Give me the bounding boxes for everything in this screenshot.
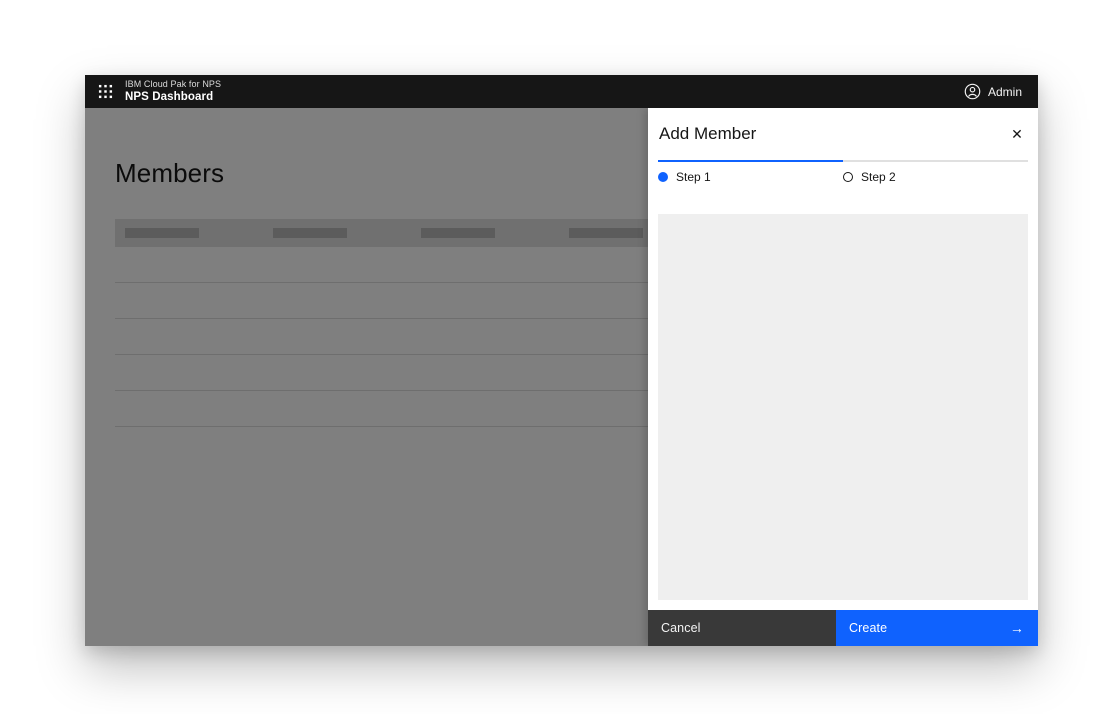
step-current-icon	[658, 172, 668, 182]
step-label: Step 2	[861, 170, 896, 184]
user-label: Admin	[988, 85, 1022, 99]
step-label: Step 1	[676, 170, 711, 184]
app-switcher-icon	[98, 84, 113, 99]
cancel-button-label: Cancel	[661, 621, 701, 635]
top-header-bar: IBM Cloud Pak for NPS NPS Dashboard Admi…	[85, 75, 1038, 108]
app-name[interactable]: NPS Dashboard	[125, 90, 221, 104]
form-placeholder	[658, 214, 1028, 600]
product-name: IBM Cloud Pak for NPS	[125, 79, 221, 90]
create-button-label: Create	[849, 621, 887, 635]
column-header-skeleton	[115, 228, 263, 238]
panel-title: Add Member	[659, 124, 756, 144]
column-header-skeleton	[411, 228, 559, 238]
panel-footer: Cancel Create →	[648, 610, 1038, 646]
user-avatar-icon	[964, 83, 981, 100]
app-switcher-button[interactable]	[85, 75, 125, 108]
progress-step-2[interactable]: Step 2	[843, 160, 1028, 194]
column-header-skeleton	[263, 228, 411, 238]
close-button[interactable]: ✕	[1002, 119, 1032, 149]
cancel-button[interactable]: Cancel	[648, 610, 836, 646]
progress-step-1[interactable]: Step 1	[658, 160, 843, 194]
close-icon: ✕	[1011, 126, 1023, 143]
add-member-panel: Add Member ✕ Step 1 Step 2	[648, 108, 1038, 646]
skeleton-bar	[125, 228, 199, 238]
step-incomplete-icon	[843, 172, 853, 182]
skeleton-bar	[569, 228, 643, 238]
create-button[interactable]: Create →	[836, 610, 1038, 646]
app-window: IBM Cloud Pak for NPS NPS Dashboard Admi…	[85, 75, 1038, 646]
window-body: Members Add Member ✕ Step 1	[85, 108, 1038, 646]
progress-indicator: Step 1 Step 2	[648, 160, 1038, 194]
arrow-right-icon: →	[1010, 620, 1024, 636]
panel-content	[648, 194, 1038, 610]
skeleton-bar	[273, 228, 347, 238]
skeleton-bar	[421, 228, 495, 238]
user-menu-button[interactable]: Admin	[948, 75, 1038, 108]
header-titles: IBM Cloud Pak for NPS NPS Dashboard	[125, 79, 221, 105]
panel-header: Add Member ✕	[648, 108, 1038, 160]
